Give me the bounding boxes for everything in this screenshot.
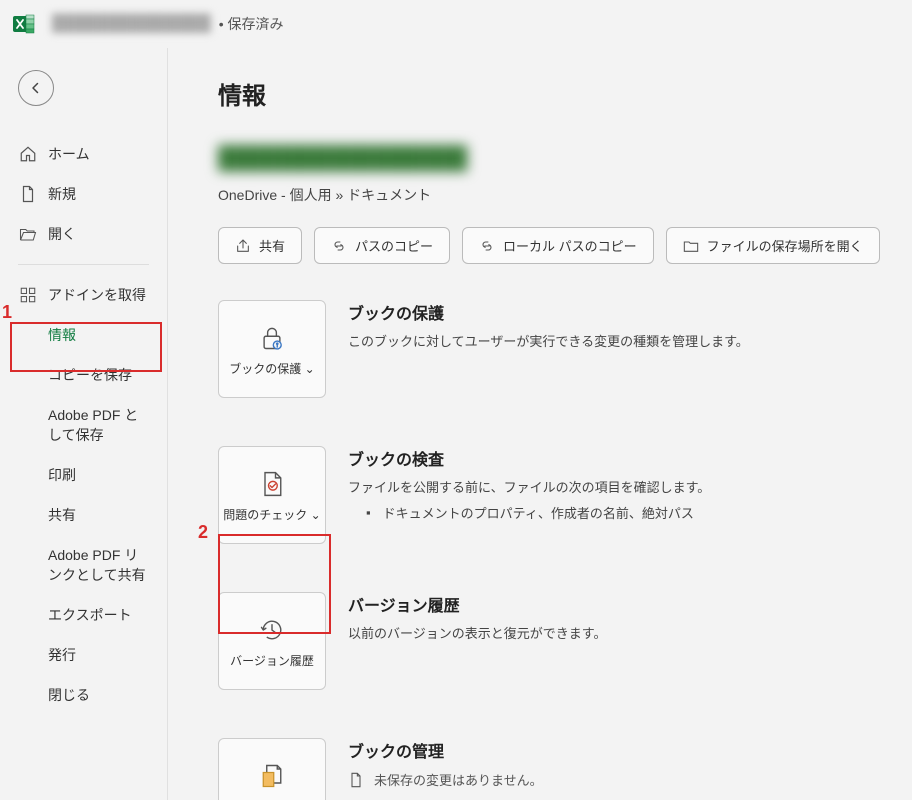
nav-print[interactable]: 印刷 bbox=[0, 455, 167, 495]
status-text: 未保存の変更はありません。 bbox=[374, 770, 543, 789]
bullet-icon: ▪ bbox=[366, 505, 371, 520]
nav-label: Adobe PDF リンクとして共有 bbox=[48, 545, 149, 585]
nav-divider bbox=[18, 264, 149, 265]
nav-new[interactable]: 新規 bbox=[0, 174, 167, 214]
button-label: ローカル パスのコピー bbox=[503, 236, 637, 255]
arrow-left-icon bbox=[27, 79, 45, 97]
nav-get-addins[interactable]: アドインを取得 bbox=[0, 275, 167, 315]
nav-label: 情報 bbox=[48, 325, 76, 345]
button-label: ファイルの保存場所を開く bbox=[707, 236, 863, 255]
nav-label: 発行 bbox=[48, 645, 76, 665]
section-title: ブックの管理 bbox=[348, 738, 912, 762]
nav-label: 新規 bbox=[48, 184, 76, 204]
button-label: 共有 bbox=[259, 236, 285, 255]
saved-status: • 保存済み bbox=[219, 14, 284, 34]
history-icon bbox=[256, 614, 288, 646]
manage-icon bbox=[256, 760, 288, 792]
share-icon bbox=[235, 238, 251, 254]
document-icon bbox=[348, 772, 364, 788]
back-button[interactable] bbox=[18, 70, 54, 106]
section-title: ブックの検査 bbox=[348, 446, 912, 470]
bullet-item: ▪ ドキュメントのプロパティ、作成者の名前、絶対パス bbox=[366, 503, 912, 522]
tile-label: 問題のチェック ⌄ bbox=[223, 506, 320, 523]
nav-label: ホーム bbox=[48, 144, 90, 164]
lock-icon bbox=[256, 322, 288, 354]
manage-section: ブックの管理 ⌄ ブックの管理 未保存の変更はありません。 bbox=[218, 738, 912, 800]
nav-save-copy[interactable]: コピーを保存 bbox=[0, 355, 167, 395]
link-icon bbox=[331, 238, 347, 254]
excel-app-icon bbox=[12, 12, 36, 36]
nav-label: Adobe PDF として保存 bbox=[48, 405, 149, 445]
bullet-text: ドキュメントのプロパティ、作成者の名前、絶対パス bbox=[383, 503, 694, 522]
nav-label: 閉じる bbox=[48, 685, 90, 705]
breadcrumb: OneDrive - 個人用 » ドキュメント bbox=[218, 185, 912, 205]
page-title: 情報 bbox=[218, 76, 912, 111]
tile-label: ブックの保護 ⌄ bbox=[229, 360, 314, 377]
nav-close[interactable]: 閉じる bbox=[0, 675, 167, 715]
section-title: バージョン履歴 bbox=[348, 592, 912, 616]
copy-local-path-button[interactable]: ローカル パスのコピー bbox=[462, 227, 654, 264]
section-desc: 以前のバージョンの表示と復元ができます。 bbox=[348, 624, 912, 645]
open-file-location-button[interactable]: ファイルの保存場所を開く bbox=[666, 227, 880, 264]
folder-icon bbox=[683, 238, 699, 254]
nav-label: アドインを取得 bbox=[48, 285, 146, 305]
nav-publish[interactable]: 発行 bbox=[0, 635, 167, 675]
nav-label: 開く bbox=[48, 224, 76, 244]
section-desc: このブックに対してユーザーが実行できる変更の種類を管理します。 bbox=[348, 332, 912, 353]
nav-info[interactable]: 情報 bbox=[0, 315, 167, 355]
protect-section: ブックの保護 ⌄ ブックの保護 このブックに対してユーザーが実行できる変更の種類… bbox=[218, 300, 912, 398]
copy-path-button[interactable]: パスのコピー bbox=[314, 227, 450, 264]
nav-label: エクスポート bbox=[48, 605, 132, 625]
check-issues-tile[interactable]: 問題のチェック ⌄ bbox=[218, 446, 326, 544]
nav-share-as-pdf-link[interactable]: Adobe PDF リンクとして共有 bbox=[0, 535, 167, 595]
titlebar: ██████████████ • 保存済み bbox=[0, 0, 912, 48]
section-title: ブックの保護 bbox=[348, 300, 912, 324]
backstage-sidebar: ホーム 新規 開く アドインを取得 情報 コピーを保存 bbox=[0, 48, 168, 800]
file-name: ██████████████ bbox=[52, 15, 211, 33]
manage-workbook-tile[interactable]: ブックの管理 ⌄ bbox=[218, 738, 326, 800]
inspect-section: 問題のチェック ⌄ ブックの検査 ファイルを公開する前に、ファイルの次の項目を確… bbox=[218, 446, 912, 544]
nav-label: コピーを保存 bbox=[48, 365, 132, 385]
share-button[interactable]: 共有 bbox=[218, 227, 302, 264]
file-icon bbox=[18, 185, 38, 203]
content-area: 情報 ████████████████ OneDrive - 個人用 » ドキュ… bbox=[168, 48, 912, 800]
nav-open[interactable]: 開く bbox=[0, 214, 167, 254]
action-button-row: 共有 パスのコピー ローカル パスのコピー ファイルの保存場所を開く bbox=[218, 227, 912, 264]
nav-share[interactable]: 共有 bbox=[0, 495, 167, 535]
addins-icon bbox=[18, 286, 38, 304]
button-label: パスのコピー bbox=[355, 236, 433, 255]
protect-workbook-tile[interactable]: ブックの保護 ⌄ bbox=[218, 300, 326, 398]
document-name: ████████████████ bbox=[218, 145, 912, 171]
nav-label: 印刷 bbox=[48, 465, 76, 485]
nav-home[interactable]: ホーム bbox=[0, 134, 167, 174]
version-history-tile[interactable]: バージョン履歴 bbox=[218, 592, 326, 690]
nav-save-as-pdf[interactable]: Adobe PDF として保存 bbox=[0, 395, 167, 455]
nav-label: 共有 bbox=[48, 505, 76, 525]
status-row: 未保存の変更はありません。 bbox=[348, 770, 912, 789]
version-history-section: バージョン履歴 バージョン履歴 以前のバージョンの表示と復元ができます。 bbox=[218, 592, 912, 690]
nav-export[interactable]: エクスポート bbox=[0, 595, 167, 635]
section-desc: ファイルを公開する前に、ファイルの次の項目を確認します。 bbox=[348, 478, 912, 499]
home-icon bbox=[18, 145, 38, 163]
tile-label: バージョン履歴 bbox=[230, 652, 314, 669]
inspect-icon bbox=[256, 468, 288, 500]
link-icon bbox=[479, 238, 495, 254]
folder-open-icon bbox=[18, 225, 38, 243]
